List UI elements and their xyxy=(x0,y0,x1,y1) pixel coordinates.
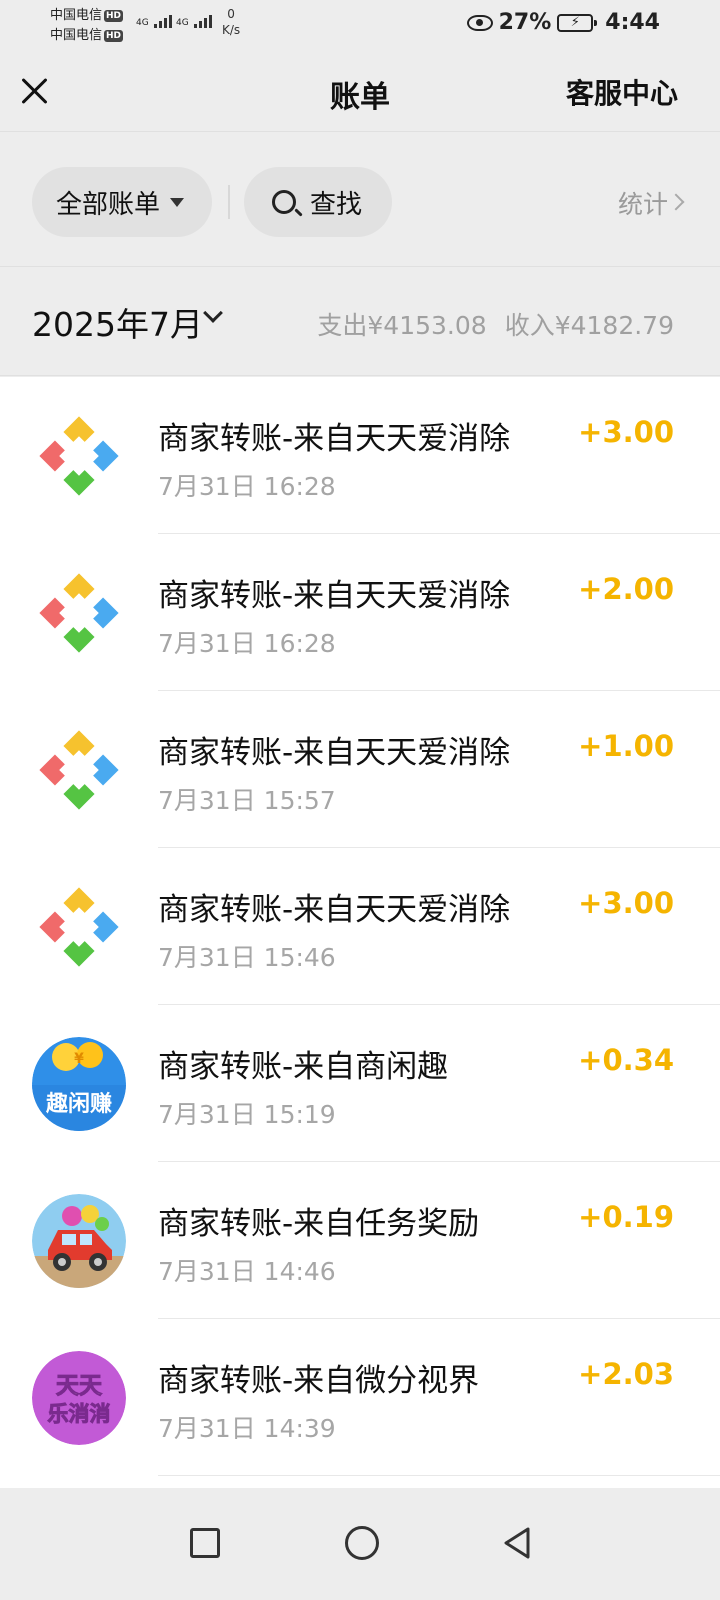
list-item[interactable]: ¥ 趣闲赚 商家转账-来自商闲趣 7月31日 15:19 +0.34 xyxy=(0,1005,720,1162)
hd-badge-2: HD xyxy=(104,29,124,42)
signal-2: 4G xyxy=(176,12,212,28)
speed-value: 0 xyxy=(227,7,235,21)
filter-bar: 全部账单 查找 统计 xyxy=(0,133,720,267)
red-car-icon xyxy=(32,1194,126,1288)
signal-1: 4G xyxy=(136,12,172,28)
transaction-title: 商家转账-来自天天爱消除 xyxy=(158,892,511,928)
transaction-title: 商家转账-来自天天爱消除 xyxy=(158,421,511,457)
transaction-list: 商家转账-来自天天爱消除 7月31日 16:28 +3.00 商家转账-来自天天… xyxy=(0,377,720,1488)
game-diamond-icon xyxy=(32,566,126,660)
list-item[interactable]: 天天 乐消消 商家转账-来自微分视界 7月31日 14:39 +2.03 xyxy=(0,1319,720,1476)
list-item[interactable]: 商家转账-来自任务奖励 7月31日 14:46 +0.19 xyxy=(0,1162,720,1319)
search-label: 查找 xyxy=(310,189,363,220)
icon-text: 乐消消 xyxy=(48,1402,111,1426)
month-header: 2025年7月 支出¥4153.08 收入¥4182.79 xyxy=(0,268,720,376)
tiantian-icon: 天天 乐消消 xyxy=(32,1351,126,1445)
chevron-right-icon xyxy=(667,193,685,211)
home-icon[interactable] xyxy=(345,1526,379,1560)
transaction-time: 7月31日 14:46 xyxy=(158,1257,336,1286)
clock: 4:44 xyxy=(605,10,660,35)
game-diamond-icon xyxy=(32,723,126,817)
search-button[interactable]: 查找 xyxy=(244,167,392,237)
quxianzhuan-icon: ¥ 趣闲赚 xyxy=(32,1037,126,1131)
transaction-title: 商家转账-来自商闲趣 xyxy=(158,1049,449,1085)
transaction-time: 7月31日 14:39 xyxy=(158,1414,336,1443)
transaction-time: 7月31日 15:19 xyxy=(158,1100,336,1129)
transaction-amount: +3.00 xyxy=(578,886,674,920)
divider xyxy=(158,1475,720,1476)
list-item[interactable]: 商家转账-来自天天爱消除 7月31日 15:57 +1.00 xyxy=(0,691,720,848)
list-item[interactable]: 商家转账-来自天天爱消除 7月31日 16:28 +2.00 xyxy=(0,534,720,691)
transaction-title: 商家转账-来自任务奖励 xyxy=(158,1206,480,1242)
battery-percent: 27% xyxy=(498,10,552,35)
carrier-2: 中国电信 xyxy=(50,28,103,43)
transaction-amount: +1.00 xyxy=(578,729,674,763)
transaction-time: 7月31日 15:57 xyxy=(158,786,336,815)
icon-text: 趣闲赚 xyxy=(45,1091,112,1117)
transaction-time: 7月31日 16:28 xyxy=(158,472,336,501)
system-nav-bar xyxy=(0,1488,720,1600)
game-diamond-icon xyxy=(32,409,126,503)
status-right: 27% ⚡ 4:44 xyxy=(466,10,660,35)
list-item[interactable]: 商家转账-来自天天爱消除 7月31日 15:46 +3.00 xyxy=(0,848,720,1005)
all-bills-dropdown[interactable]: 全部账单 xyxy=(32,167,212,237)
list-item[interactable]: 商家转账-来自天天爱消除 7月31日 16:28 +3.00 xyxy=(0,377,720,534)
game-diamond-icon xyxy=(32,880,126,974)
transaction-amount: +3.00 xyxy=(578,415,674,449)
transaction-title: 商家转账-来自天天爱消除 xyxy=(158,735,511,771)
network-speed: 0 K/s xyxy=(222,6,240,38)
nav-bar: 账单 客服中心 xyxy=(0,52,720,132)
network-type-2: 4G xyxy=(176,18,189,28)
transaction-amount: +2.03 xyxy=(578,1357,674,1391)
transaction-amount: +0.19 xyxy=(578,1200,674,1234)
stats-link[interactable]: 统计 xyxy=(618,185,668,221)
month-summary: 支出¥4153.08 收入¥4182.79 xyxy=(299,306,674,342)
transaction-title: 商家转账-来自微分视界 xyxy=(158,1363,480,1399)
battery-charging-icon: ⚡ xyxy=(557,13,598,32)
svg-text:¥: ¥ xyxy=(74,1051,84,1067)
month-selector[interactable]: 2025年7月 xyxy=(32,298,203,346)
chevron-down-icon[interactable] xyxy=(203,303,223,323)
transaction-amount: +2.00 xyxy=(578,572,674,606)
caret-down-icon xyxy=(170,197,185,207)
customer-service-button[interactable]: 客服中心 xyxy=(566,72,678,112)
signal-bars-icon xyxy=(193,12,212,28)
income-total: 收入¥4182.79 xyxy=(504,311,674,340)
divider xyxy=(228,185,230,219)
speed-unit: K/s xyxy=(222,23,241,37)
status-bar: 中国电信 HD 中国电信 HD 4G 4G 0 K/s 27% ⚡ 4:44 xyxy=(0,0,720,52)
transaction-time: 7月31日 16:28 xyxy=(158,629,336,658)
search-icon xyxy=(272,190,296,214)
all-bills-label: 全部账单 xyxy=(56,189,161,220)
signal-bars-icon xyxy=(153,12,172,28)
network-type-1: 4G xyxy=(136,18,149,28)
carrier-1: 中国电信 xyxy=(50,8,103,23)
icon-text: 天天 xyxy=(56,1373,103,1399)
back-icon[interactable] xyxy=(500,1526,534,1560)
transaction-title: 商家转账-来自天天爱消除 xyxy=(158,578,511,614)
transaction-amount: +0.34 xyxy=(578,1043,674,1077)
hd-badge-1: HD xyxy=(104,9,124,22)
expense-total: 支出¥4153.08 xyxy=(317,311,487,340)
recents-icon[interactable] xyxy=(190,1528,220,1558)
transaction-time: 7月31日 15:46 xyxy=(158,943,336,972)
carrier-info: 中国电信 HD 中国电信 HD xyxy=(50,6,124,46)
eye-icon xyxy=(466,14,493,31)
